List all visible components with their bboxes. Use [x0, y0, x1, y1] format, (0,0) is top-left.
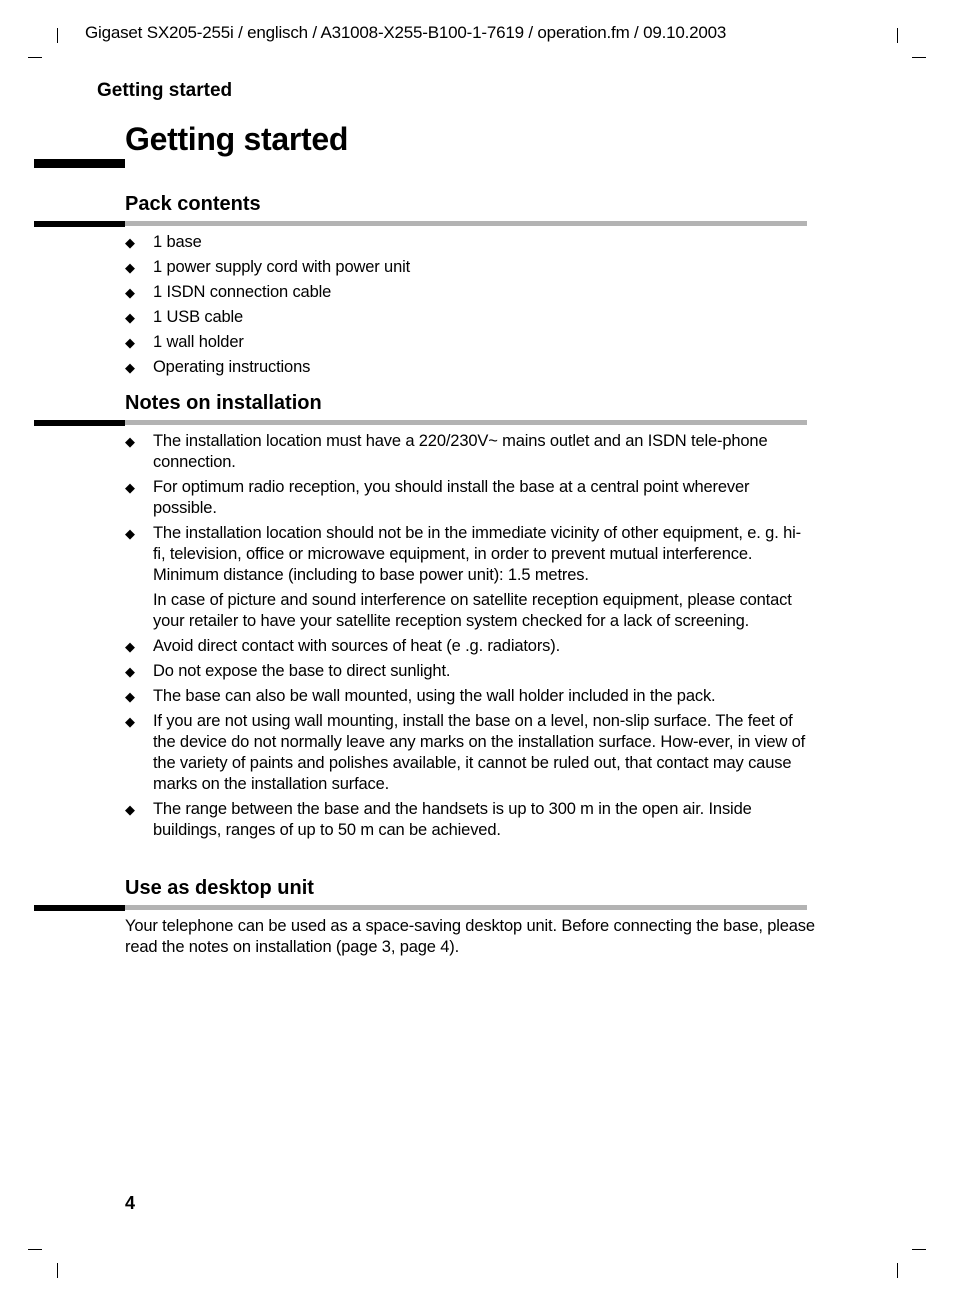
list-item: ◆ Do not expose the base to direct sunlig…: [125, 661, 808, 682]
list-item-text: The base can also be wall mounted, using…: [153, 687, 716, 705]
diamond-bullet-icon: ◆: [125, 664, 135, 679]
list-item-extra-text: In case of picture and sound interferenc…: [153, 591, 792, 630]
crop-mark: [28, 57, 42, 58]
section-rule: [125, 905, 807, 910]
list-item-text: Avoid direct contact with sources of hea…: [153, 637, 561, 655]
list-item-text: The range between the base and the hands…: [153, 800, 752, 839]
diamond-bullet-icon: ◆: [125, 714, 135, 729]
diamond-bullet-icon: ◆: [125, 310, 135, 325]
list-item: ◆ 1 wall holder: [125, 332, 808, 353]
chapter-title: Getting started: [125, 121, 349, 157]
pack-contents-list: ◆ 1 base ◆ 1 power supply cord with power u…: [125, 232, 808, 382]
list-item: ◆ Operating instructions: [125, 357, 808, 378]
diamond-bullet-icon: ◆: [125, 235, 135, 250]
list-item: ◆ 1 base: [125, 232, 808, 253]
crop-mark: [57, 28, 58, 43]
list-item: ◆ Avoid direct contact with sources of he…: [125, 636, 808, 657]
list-item-text: 1 ISDN connection cable: [153, 283, 332, 301]
installation-notes-list: ◆ The installation location must have a 2…: [125, 431, 808, 845]
crop-mark: [897, 1263, 898, 1278]
list-item: ◆ The installation location must have a 2…: [125, 431, 808, 473]
section-rule-accent: [34, 905, 125, 911]
chapter-title-bar: [34, 159, 125, 168]
crop-mark: [897, 28, 898, 43]
list-item: ◆ 1 USB cable: [125, 307, 808, 328]
list-item-text: Do not expose the base to direct sunligh…: [153, 662, 451, 680]
desktop-unit-paragraph: Your telephone can be used as a space-sa…: [125, 917, 815, 956]
section-rule-accent: [34, 221, 125, 227]
section-title-notes-on-installation: Notes on installation: [125, 392, 322, 414]
diamond-bullet-icon: ◆: [125, 480, 135, 495]
section-rule: [125, 221, 807, 226]
list-item: ◆ For optimum radio reception, you should…: [125, 477, 808, 519]
page-number: 4: [125, 1193, 136, 1213]
diamond-bullet-icon: ◆: [125, 689, 135, 704]
crop-mark: [28, 1249, 42, 1250]
list-item: ◆ The installation location should not be…: [125, 523, 808, 632]
list-item: ◆ The range between the base and the hand…: [125, 799, 808, 841]
diamond-bullet-icon: ◆: [125, 335, 135, 350]
diamond-bullet-icon: ◆: [125, 360, 135, 375]
list-item-text: If you are not using wall mounting, inst…: [153, 712, 806, 793]
diamond-bullet-icon: ◆: [125, 802, 135, 817]
list-item-text: 1 USB cable: [153, 308, 244, 326]
list-item-text: The installation location should not be …: [153, 524, 801, 584]
section-rule-accent: [34, 420, 125, 426]
crop-mark: [912, 1249, 926, 1250]
diamond-bullet-icon: ◆: [125, 639, 135, 654]
section-title-desktop-unit: Use as desktop unit: [125, 877, 314, 899]
diamond-bullet-icon: ◆: [125, 434, 135, 449]
diamond-bullet-icon: ◆: [125, 260, 135, 275]
crop-mark: [912, 57, 926, 58]
list-item: ◆ 1 power supply cord with power unit: [125, 257, 808, 278]
document-meta-header: Gigaset SX205-255i / englisch / A31008-X…: [85, 23, 727, 42]
diamond-bullet-icon: ◆: [125, 526, 135, 541]
list-item: ◆ If you are not using wall mounting, ins…: [125, 711, 808, 795]
list-item: ◆ 1 ISDN connection cable: [125, 282, 808, 303]
list-item-text: Operating instructions: [153, 358, 311, 376]
list-item-text: The installation location must have a 22…: [153, 432, 768, 471]
crop-mark: [57, 1263, 58, 1278]
list-item-text: 1 base: [153, 233, 202, 251]
list-item-text: 1 wall holder: [153, 333, 244, 351]
list-item: ◆ The base can also be wall mounted, usin…: [125, 686, 808, 707]
running-head: Getting started: [97, 80, 233, 101]
section-title-pack-contents: Pack contents: [125, 193, 261, 215]
list-item-text: For optimum radio reception, you should …: [153, 478, 750, 517]
diamond-bullet-icon: ◆: [125, 285, 135, 300]
list-item-text: 1 power supply cord with power unit: [153, 258, 411, 276]
section-rule: [125, 420, 807, 425]
